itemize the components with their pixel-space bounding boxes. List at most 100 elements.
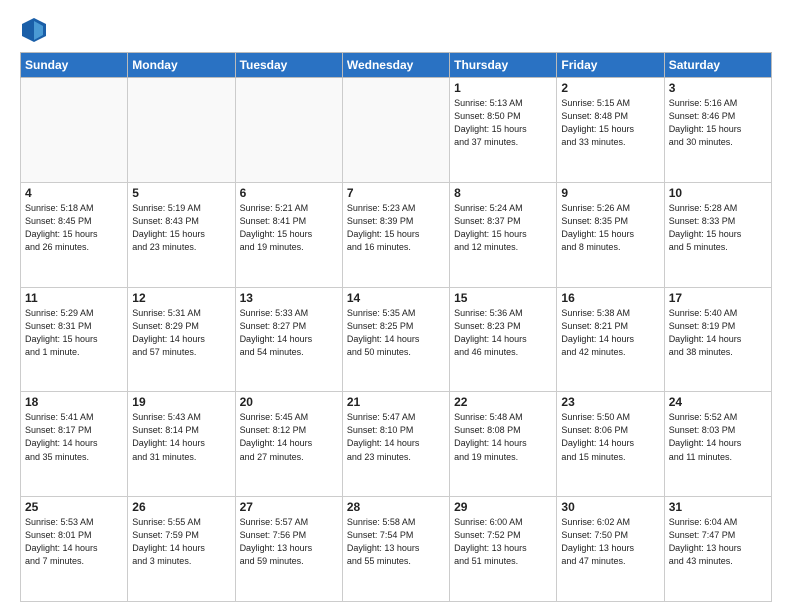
calendar-cell: 20Sunrise: 5:45 AM Sunset: 8:12 PM Dayli… (235, 392, 342, 497)
day-of-week-header: Saturday (664, 53, 771, 78)
day-info: Sunrise: 5:40 AM Sunset: 8:19 PM Dayligh… (669, 307, 767, 359)
calendar-cell (342, 78, 449, 183)
day-info: Sunrise: 5:50 AM Sunset: 8:06 PM Dayligh… (561, 411, 659, 463)
calendar-cell: 21Sunrise: 5:47 AM Sunset: 8:10 PM Dayli… (342, 392, 449, 497)
calendar-cell: 13 Sunrise: 5:33 AM Sunset: 8:27 PM Dayli… (235, 287, 342, 392)
day-number: 17 (669, 291, 767, 305)
day-number: 1 (454, 81, 552, 95)
calendar-cell: 31 Sunrise: 6:04 AM Sunset: 7:47 PM Dayli… (664, 497, 771, 602)
day-info: Sunrise: 5:21 AM Sunset: 8:41 PM Dayligh… (240, 202, 338, 254)
day-number: 30 (561, 500, 659, 514)
day-info: Sunrise: 5:13 AM Sunset: 8:50 PM Dayligh… (454, 97, 552, 149)
calendar-cell (235, 78, 342, 183)
day-number: 24 (669, 395, 767, 409)
calendar-cell: 9 Sunrise: 5:26 AM Sunset: 8:35 PM Daylig… (557, 182, 664, 287)
day-number: 11 (25, 291, 123, 305)
calendar-cell: 4 Sunrise: 5:18 AM Sunset: 8:45 PM Daylig… (21, 182, 128, 287)
day-info: Sunrise: 5:36 AM Sunset: 8:23 PM Dayligh… (454, 307, 552, 359)
day-number: 21 (347, 395, 445, 409)
page: SundayMondayTuesdayWednesdayThursdayFrid… (0, 0, 792, 612)
day-info: Sunrise: 5:33 AM Sunset: 8:27 PM Dayligh… (240, 307, 338, 359)
day-number: 7 (347, 186, 445, 200)
day-number: 29 (454, 500, 552, 514)
day-info: Sunrise: 6:04 AM Sunset: 7:47 PM Dayligh… (669, 516, 767, 568)
day-info: Sunrise: 5:43 AM Sunset: 8:14 PM Dayligh… (132, 411, 230, 463)
day-of-week-header: Tuesday (235, 53, 342, 78)
calendar-cell: 11Sunrise: 5:29 AM Sunset: 8:31 PM Dayli… (21, 287, 128, 392)
calendar-cell: 27 Sunrise: 5:57 AM Sunset: 7:56 PM Dayli… (235, 497, 342, 602)
day-info: Sunrise: 5:26 AM Sunset: 8:35 PM Dayligh… (561, 202, 659, 254)
logo-icon (20, 16, 48, 44)
day-number: 3 (669, 81, 767, 95)
day-info: Sunrise: 5:48 AM Sunset: 8:08 PM Dayligh… (454, 411, 552, 463)
calendar-cell: 6 Sunrise: 5:21 AM Sunset: 8:41 PM Daylig… (235, 182, 342, 287)
calendar-cell: 8 Sunrise: 5:24 AM Sunset: 8:37 PM Daylig… (450, 182, 557, 287)
calendar-cell: 10Sunrise: 5:28 AM Sunset: 8:33 PM Dayli… (664, 182, 771, 287)
day-number: 28 (347, 500, 445, 514)
day-info: Sunrise: 5:24 AM Sunset: 8:37 PM Dayligh… (454, 202, 552, 254)
day-number: 26 (132, 500, 230, 514)
calendar-cell: 7 Sunrise: 5:23 AM Sunset: 8:39 PM Daylig… (342, 182, 449, 287)
day-info: Sunrise: 5:19 AM Sunset: 8:43 PM Dayligh… (132, 202, 230, 254)
day-number: 13 (240, 291, 338, 305)
calendar-cell: 3 Sunrise: 5:16 AM Sunset: 8:46 PM Daylig… (664, 78, 771, 183)
calendar-cell: 24 Sunrise: 5:52 AM Sunset: 8:03 PM Dayli… (664, 392, 771, 497)
day-number: 9 (561, 186, 659, 200)
day-info: Sunrise: 5:55 AM Sunset: 7:59 PM Dayligh… (132, 516, 230, 568)
day-number: 10 (669, 186, 767, 200)
day-number: 27 (240, 500, 338, 514)
day-info: Sunrise: 5:18 AM Sunset: 8:45 PM Dayligh… (25, 202, 123, 254)
day-number: 18 (25, 395, 123, 409)
calendar-cell (128, 78, 235, 183)
week-row: 25 Sunrise: 5:53 AM Sunset: 8:01 PM Dayli… (21, 497, 772, 602)
calendar-cell: 29Sunrise: 6:00 AM Sunset: 7:52 PM Dayli… (450, 497, 557, 602)
calendar-cell: 1 Sunrise: 5:13 AM Sunset: 8:50 PM Daylig… (450, 78, 557, 183)
day-info: Sunrise: 5:38 AM Sunset: 8:21 PM Dayligh… (561, 307, 659, 359)
day-info: Sunrise: 5:58 AM Sunset: 7:54 PM Dayligh… (347, 516, 445, 568)
days-of-week-row: SundayMondayTuesdayWednesdayThursdayFrid… (21, 53, 772, 78)
day-number: 25 (25, 500, 123, 514)
day-info: Sunrise: 5:23 AM Sunset: 8:39 PM Dayligh… (347, 202, 445, 254)
day-number: 8 (454, 186, 552, 200)
calendar-cell: 12Sunrise: 5:31 AM Sunset: 8:29 PM Dayli… (128, 287, 235, 392)
calendar-body: 1 Sunrise: 5:13 AM Sunset: 8:50 PM Daylig… (21, 78, 772, 602)
day-number: 14 (347, 291, 445, 305)
day-number: 23 (561, 395, 659, 409)
calendar-cell: 28 Sunrise: 5:58 AM Sunset: 7:54 PM Dayli… (342, 497, 449, 602)
calendar-cell: 23 Sunrise: 5:50 AM Sunset: 8:06 PM Dayli… (557, 392, 664, 497)
week-row: 18 Sunrise: 5:41 AM Sunset: 8:17 PM Dayli… (21, 392, 772, 497)
day-number: 6 (240, 186, 338, 200)
day-info: Sunrise: 6:02 AM Sunset: 7:50 PM Dayligh… (561, 516, 659, 568)
day-of-week-header: Monday (128, 53, 235, 78)
day-info: Sunrise: 5:16 AM Sunset: 8:46 PM Dayligh… (669, 97, 767, 149)
day-number: 20 (240, 395, 338, 409)
day-number: 2 (561, 81, 659, 95)
calendar-cell: 22 Sunrise: 5:48 AM Sunset: 8:08 PM Dayli… (450, 392, 557, 497)
calendar-cell: 2 Sunrise: 5:15 AM Sunset: 8:48 PM Daylig… (557, 78, 664, 183)
day-info: Sunrise: 5:53 AM Sunset: 8:01 PM Dayligh… (25, 516, 123, 568)
day-info: Sunrise: 5:15 AM Sunset: 8:48 PM Dayligh… (561, 97, 659, 149)
day-info: Sunrise: 5:52 AM Sunset: 8:03 PM Dayligh… (669, 411, 767, 463)
day-info: Sunrise: 5:57 AM Sunset: 7:56 PM Dayligh… (240, 516, 338, 568)
header (20, 16, 772, 44)
day-number: 31 (669, 500, 767, 514)
day-number: 4 (25, 186, 123, 200)
week-row: 11Sunrise: 5:29 AM Sunset: 8:31 PM Dayli… (21, 287, 772, 392)
logo (20, 16, 52, 44)
calendar-cell: 17 Sunrise: 5:40 AM Sunset: 8:19 PM Dayli… (664, 287, 771, 392)
day-info: Sunrise: 5:41 AM Sunset: 8:17 PM Dayligh… (25, 411, 123, 463)
day-of-week-header: Wednesday (342, 53, 449, 78)
day-number: 16 (561, 291, 659, 305)
week-row: 1 Sunrise: 5:13 AM Sunset: 8:50 PM Daylig… (21, 78, 772, 183)
calendar-cell: 14Sunrise: 5:35 AM Sunset: 8:25 PM Dayli… (342, 287, 449, 392)
day-number: 19 (132, 395, 230, 409)
calendar-cell: 5 Sunrise: 5:19 AM Sunset: 8:43 PM Daylig… (128, 182, 235, 287)
calendar-cell: 25 Sunrise: 5:53 AM Sunset: 8:01 PM Dayli… (21, 497, 128, 602)
calendar-cell: 26 Sunrise: 5:55 AM Sunset: 7:59 PM Dayli… (128, 497, 235, 602)
day-number: 12 (132, 291, 230, 305)
day-number: 5 (132, 186, 230, 200)
day-number: 22 (454, 395, 552, 409)
day-of-week-header: Friday (557, 53, 664, 78)
week-row: 4 Sunrise: 5:18 AM Sunset: 8:45 PM Daylig… (21, 182, 772, 287)
calendar-cell: 18 Sunrise: 5:41 AM Sunset: 8:17 PM Dayli… (21, 392, 128, 497)
